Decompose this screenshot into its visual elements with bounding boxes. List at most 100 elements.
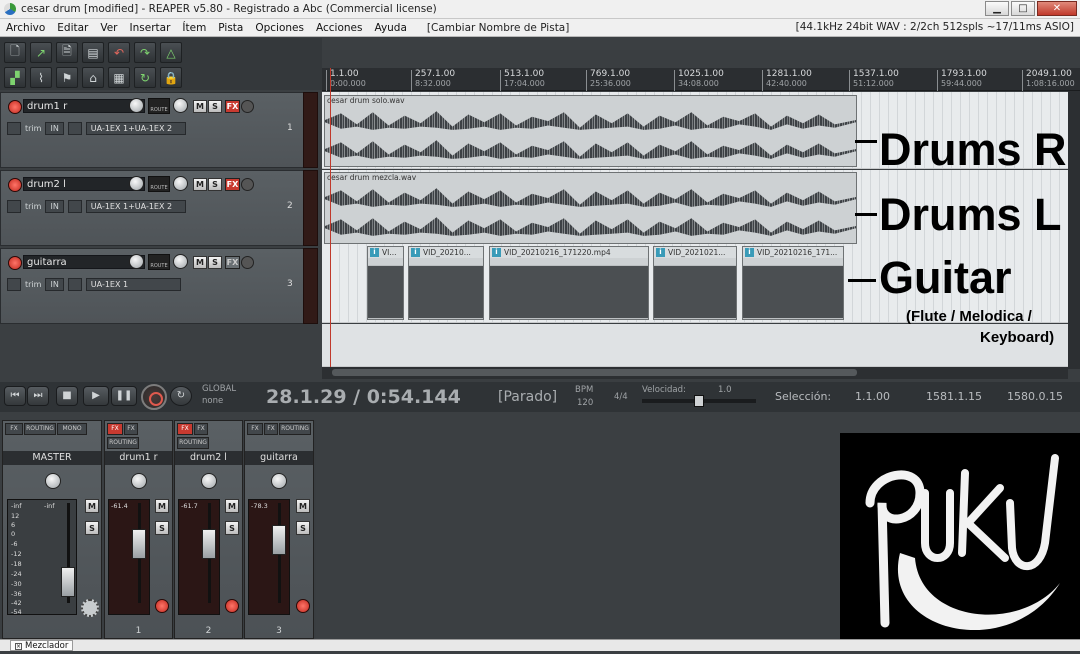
menu-insertar[interactable]: Insertar — [124, 22, 177, 34]
input-monitor[interactable]: IN — [45, 277, 64, 291]
repeat-button[interactable]: ↻ — [170, 386, 192, 406]
track-name[interactable]: drum1 r — [23, 99, 145, 113]
grid-icon[interactable]: ▦ — [108, 67, 130, 88]
save-project-icon[interactable]: 🗎 — [56, 42, 78, 63]
fx-button[interactable]: FX — [107, 423, 123, 435]
phase-icon[interactable] — [67, 199, 82, 213]
selection-end[interactable]: 1581.1.15 — [926, 390, 982, 403]
volume-fader[interactable] — [202, 529, 216, 559]
routing-button[interactable]: ROUTING — [177, 436, 209, 449]
routing-button[interactable]: ROUTING — [107, 436, 139, 449]
routing-button[interactable]: ROUTING — [24, 423, 56, 435]
record-arm-button[interactable] — [8, 100, 22, 114]
metronome-icon[interactable]: △ — [160, 42, 182, 63]
video-item-3[interactable]: i VID_20210216_171220.mp4 — [489, 246, 649, 320]
pan-knob[interactable] — [131, 473, 147, 489]
track-name[interactable]: guitarra — [23, 255, 145, 269]
fx-button[interactable]: FX — [5, 423, 23, 435]
input-monitor[interactable]: IN — [45, 199, 64, 213]
mute-button[interactable]: M — [193, 178, 207, 191]
record-arm-button[interactable] — [8, 256, 22, 270]
mute-button[interactable]: M — [193, 100, 207, 113]
video-item-2[interactable]: i VID_20210... — [408, 246, 484, 320]
mute-button[interactable]: M — [85, 499, 99, 513]
fx-button[interactable]: FX — [177, 423, 193, 435]
envelope-icon[interactable] — [7, 199, 21, 213]
track-2[interactable]: drum2 l ROUTE M S FX trim IN UA-1EX 1+UA… — [0, 170, 304, 246]
fx-button[interactable]: FX — [225, 100, 240, 113]
solo-button[interactable]: S — [208, 100, 222, 113]
ripple-edit-icon[interactable]: ⌇ — [30, 67, 52, 88]
pause-button[interactable]: ❚❚ — [111, 386, 137, 406]
volume-knob[interactable] — [129, 254, 144, 269]
arrange-view[interactable]: 1.1.00 0:00.000 257.1.00 8:32.000 513.1.00… — [322, 50, 1080, 382]
lock-icon[interactable]: 🔒 — [160, 67, 182, 88]
track-name[interactable]: drum2 l — [23, 177, 145, 191]
volume-knob[interactable] — [129, 176, 144, 191]
track-3[interactable]: guitarra ROUTE M S FX trim IN UA-1EX 1 3 — [0, 248, 304, 324]
mixer-strip-drum2-l[interactable]: FX FX ROUTING drum2 l -61.7 M S 2 — [174, 420, 243, 639]
pan-knob[interactable] — [173, 176, 188, 191]
go-to-start-button[interactable]: ⏮ — [4, 386, 26, 406]
tab-mixer[interactable]: × Mezclador — [10, 640, 74, 651]
fx-button[interactable]: FX — [225, 178, 240, 191]
open-project-icon[interactable]: ↗ — [30, 42, 52, 63]
audio-item-drum-solo[interactable]: cesar drum solo.wav — [324, 95, 857, 167]
volume-fader[interactable] — [132, 529, 146, 559]
phase-icon[interactable] — [67, 121, 82, 135]
selection-start[interactable]: 1.1.00 — [855, 390, 890, 403]
time-signature[interactable]: 4/4 — [614, 392, 628, 402]
pan-knob[interactable] — [45, 473, 61, 489]
input-monitor[interactable]: IN — [45, 121, 64, 135]
horizontal-scroll-thumb[interactable] — [332, 369, 857, 376]
close-button[interactable]: ✕ — [1037, 1, 1077, 16]
pan-knob[interactable] — [173, 98, 188, 113]
solo-button[interactable]: S — [296, 521, 310, 535]
undo-icon[interactable]: ↶ — [108, 42, 130, 63]
mixer-strip-guitarra[interactable]: FX FX ROUTING guitarra -78.3 M S 3 — [244, 420, 314, 639]
solo-button[interactable]: S — [225, 521, 239, 535]
envelope-icon[interactable]: ⌂ — [82, 67, 104, 88]
go-to-end-button[interactable]: ⏭ — [27, 386, 49, 406]
global-automation-mode[interactable]: none — [202, 396, 223, 406]
project-settings-icon[interactable]: ▤ — [82, 42, 104, 63]
fx-bypass-icon[interactable] — [241, 100, 254, 113]
grouping-icon[interactable]: ⚑ — [56, 67, 78, 88]
gear-icon[interactable] — [81, 599, 99, 617]
fx-button[interactable]: FX — [225, 256, 240, 269]
menu-item[interactable]: Ítem — [176, 22, 212, 34]
strip-name[interactable]: drum2 l — [175, 451, 242, 465]
fx-bypass-icon[interactable] — [241, 178, 254, 191]
menu-ver[interactable]: Ver — [94, 22, 123, 34]
timeline-ruler[interactable]: 1.1.00 0:00.000 257.1.00 8:32.000 513.1.00… — [322, 68, 1080, 91]
input-select[interactable]: UA-1EX 1+UA-1EX 2 — [85, 199, 186, 213]
mono-button[interactable]: MONO — [57, 423, 87, 435]
bpm-value[interactable]: 120 — [577, 398, 593, 408]
envelope-icon[interactable] — [7, 121, 21, 135]
selection-length[interactable]: 1580.0.15 — [1007, 390, 1063, 403]
horizontal-scrollbar[interactable] — [322, 367, 1068, 379]
record-button[interactable] — [141, 384, 167, 410]
solo-button[interactable]: S — [155, 521, 169, 535]
video-item-1[interactable]: i VI... — [367, 246, 404, 320]
snap-icon[interactable]: ▞ — [4, 67, 26, 88]
input-select[interactable]: UA-1EX 1 — [85, 277, 181, 291]
playrate-value[interactable]: 1.0 — [718, 385, 732, 395]
volume-fader[interactable] — [272, 525, 286, 555]
mixer-strip-master[interactable]: FX ROUTING MONO MASTER -inf -inf 12 6 0 … — [2, 420, 102, 639]
input-select[interactable]: UA-1EX 1+UA-1EX 2 — [85, 121, 186, 135]
track-1[interactable]: drum1 r ROUTE M S FX trim IN UA-1EX 1+UA… — [0, 92, 304, 168]
minimize-button[interactable]: ▁ — [985, 1, 1009, 16]
close-icon[interactable]: × — [15, 643, 22, 650]
empty-lane-area[interactable] — [322, 324, 1068, 367]
route-button[interactable]: ROUTE — [148, 98, 170, 114]
new-project-icon[interactable]: 🗋 — [4, 42, 26, 63]
volume-knob[interactable] — [129, 98, 144, 113]
pan-knob[interactable] — [271, 473, 287, 489]
pan-knob[interactable] — [173, 254, 188, 269]
mute-button[interactable]: M — [193, 256, 207, 269]
fx-button[interactable]: FX — [247, 423, 263, 435]
record-arm-button[interactable] — [8, 178, 22, 192]
fx-bypass-button[interactable]: FX — [124, 423, 138, 435]
solo-button[interactable]: S — [208, 178, 222, 191]
